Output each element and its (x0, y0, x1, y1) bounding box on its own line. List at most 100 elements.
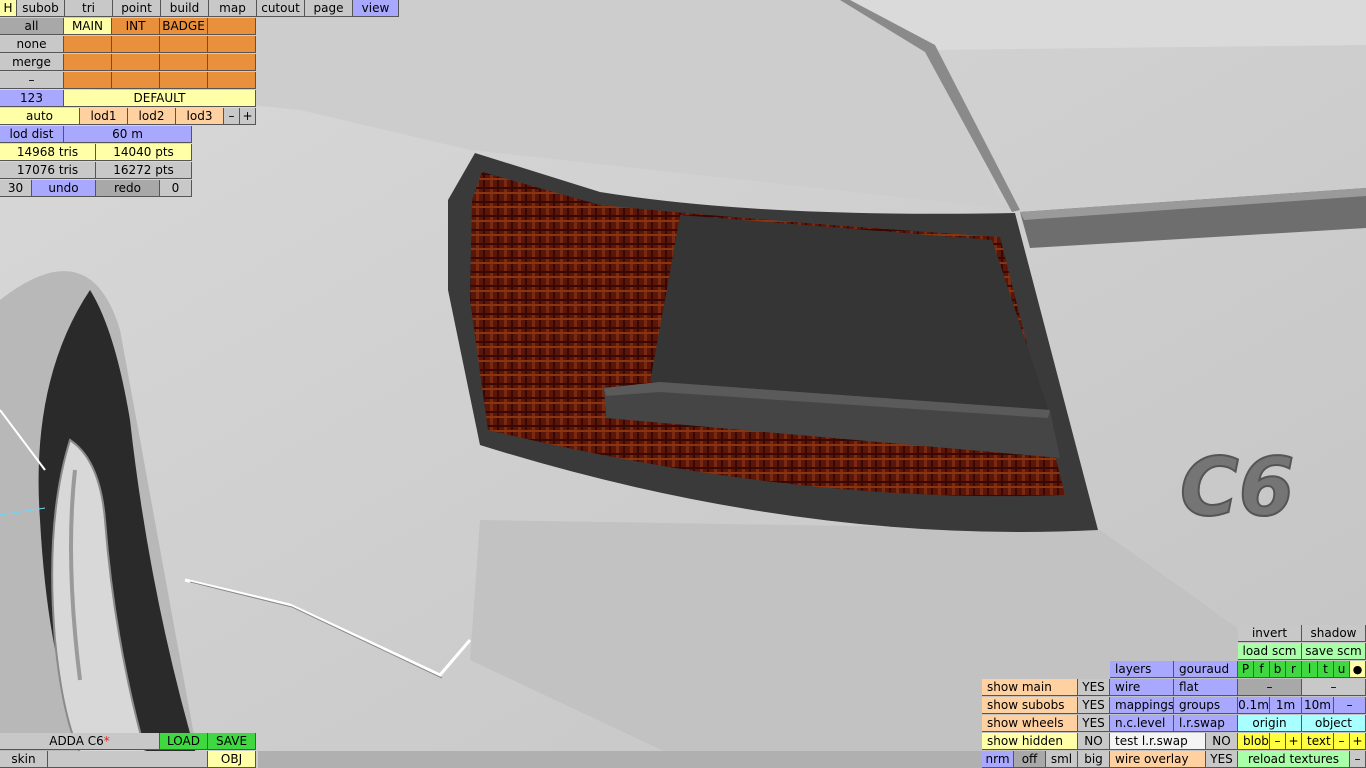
tab-page[interactable]: page (305, 0, 353, 17)
layer-all-button[interactable]: all (0, 18, 64, 35)
obj-button[interactable]: OBJ (208, 751, 256, 768)
layer-slot[interactable] (112, 54, 160, 71)
tab-cutout[interactable]: cutout (257, 0, 305, 17)
lod3-button[interactable]: lod3 (176, 108, 224, 125)
show-wheels-value[interactable]: YES (1078, 715, 1110, 732)
layer-slot[interactable] (160, 36, 208, 53)
flat-toggle[interactable]: flat (1174, 679, 1238, 696)
object-button[interactable]: object (1302, 715, 1366, 732)
layer-slot[interactable] (160, 54, 208, 71)
view-back-button[interactable]: b (1270, 661, 1286, 678)
layer-slot[interactable] (208, 72, 256, 89)
grid-0-1m-button[interactable]: 0.1m (1238, 697, 1270, 714)
nc-level-toggle[interactable]: n.c.level (1110, 715, 1174, 732)
tab-tri[interactable]: tri (65, 0, 113, 17)
text-plus-button[interactable]: + (1350, 733, 1366, 750)
test-lr-swap-value[interactable]: NO (1206, 733, 1238, 750)
layer-slot[interactable] (64, 54, 112, 71)
undo-count: 30 (0, 180, 32, 197)
pts-count: 14040 pts (96, 144, 192, 161)
render-sml-button[interactable]: sml (1046, 751, 1078, 768)
tab-map[interactable]: map (209, 0, 257, 17)
show-hidden-toggle[interactable]: show hidden (982, 733, 1078, 750)
view-under-button[interactable]: u (1334, 661, 1350, 678)
save-button[interactable]: SAVE (208, 733, 256, 750)
view-dash-button[interactable]: – (1238, 679, 1302, 696)
load-scm-button[interactable]: load scm (1238, 643, 1302, 660)
text-toggle[interactable]: text (1302, 733, 1334, 750)
render-off-button[interactable]: off (1014, 751, 1046, 768)
origin-button[interactable]: origin (1238, 715, 1302, 732)
show-subobs-toggle[interactable]: show subobs (982, 697, 1078, 714)
view-front-button[interactable]: f (1254, 661, 1270, 678)
wire-toggle[interactable]: wire (1110, 679, 1174, 696)
redo-button[interactable]: redo (96, 180, 160, 197)
grid-10m-button[interactable]: 10m (1302, 697, 1334, 714)
layer-slot[interactable] (208, 36, 256, 53)
layer-badge[interactable]: BADGE (160, 18, 208, 35)
render-big-button[interactable]: big (1078, 751, 1110, 768)
lod-plus-button[interactable]: + (240, 108, 256, 125)
render-nrm-button[interactable]: nrm (982, 751, 1014, 768)
layer-slot[interactable] (112, 72, 160, 89)
reload-textures-minus-button[interactable]: – (1350, 751, 1366, 768)
lod2-button[interactable]: lod2 (128, 108, 176, 125)
help-button[interactable]: H (0, 0, 17, 17)
blob-toggle[interactable]: blob (1238, 733, 1270, 750)
grid-1m-button[interactable]: 1m (1270, 697, 1302, 714)
lr-swap-toggle[interactable]: l.r.swap (1174, 715, 1238, 732)
view-dot-icon[interactable]: ● (1350, 661, 1366, 678)
show-hidden-value[interactable]: NO (1078, 733, 1110, 750)
layer-slot[interactable] (160, 72, 208, 89)
view-dash-button-2[interactable]: – (1302, 679, 1366, 696)
load-button[interactable]: LOAD (160, 733, 208, 750)
layer-main[interactable]: MAIN (64, 18, 112, 35)
skin-field[interactable] (48, 751, 208, 768)
shadow-button[interactable]: shadow (1302, 625, 1366, 642)
tab-subob[interactable]: subob (17, 0, 65, 17)
layer-slot[interactable] (208, 54, 256, 71)
lod1-button[interactable]: lod1 (80, 108, 128, 125)
layer-slot[interactable] (64, 72, 112, 89)
blob-minus-button[interactable]: – (1270, 733, 1286, 750)
tab-view[interactable]: view (353, 0, 399, 17)
tab-point[interactable]: point (113, 0, 161, 17)
wire-overlay-value[interactable]: YES (1206, 751, 1238, 768)
tab-build[interactable]: build (161, 0, 209, 17)
layer-remove-button[interactable]: – (0, 72, 64, 89)
default-layer-button[interactable]: DEFAULT (64, 90, 256, 107)
view-right-button[interactable]: r (1286, 661, 1302, 678)
text-minus-button[interactable]: – (1334, 733, 1350, 750)
layer-merge-button[interactable]: merge (0, 54, 64, 71)
show-wheels-toggle[interactable]: show wheels (982, 715, 1078, 732)
show-main-toggle[interactable]: show main (982, 679, 1078, 696)
lod-auto-button[interactable]: auto (0, 108, 80, 125)
layer-int[interactable]: INT (112, 18, 160, 35)
file-name[interactable]: ADDA C6* (0, 733, 160, 750)
test-lr-swap-toggle[interactable]: test l.r.swap (1110, 733, 1206, 750)
grid-off-button[interactable]: – (1334, 697, 1366, 714)
layer-slot[interactable] (64, 36, 112, 53)
redo-count: 0 (160, 180, 192, 197)
mappings-toggle[interactable]: mappings (1110, 697, 1174, 714)
groups-toggle[interactable]: groups (1174, 697, 1238, 714)
show-main-value[interactable]: YES (1078, 679, 1110, 696)
save-scm-button[interactable]: save scm (1302, 643, 1366, 660)
layers-toggle[interactable]: layers (1110, 661, 1174, 678)
view-top-button[interactable]: t (1318, 661, 1334, 678)
undo-button[interactable]: undo (32, 180, 96, 197)
layer-slot[interactable] (112, 36, 160, 53)
layer-count-button[interactable]: 123 (0, 90, 64, 107)
view-persp-button[interactable]: P (1238, 661, 1254, 678)
layer-none-button[interactable]: none (0, 36, 64, 53)
gouraud-toggle[interactable]: gouraud (1174, 661, 1238, 678)
reload-textures-button[interactable]: reload textures (1238, 751, 1350, 768)
show-subobs-value[interactable]: YES (1078, 697, 1110, 714)
invert-button[interactable]: invert (1238, 625, 1302, 642)
lod-minus-button[interactable]: – (224, 108, 240, 125)
wire-overlay-toggle[interactable]: wire overlay (1110, 751, 1206, 768)
layer-slot[interactable] (208, 18, 256, 35)
lod-dist-value[interactable]: 60 m (64, 126, 192, 143)
view-left-button[interactable]: l (1302, 661, 1318, 678)
blob-plus-button[interactable]: + (1286, 733, 1302, 750)
